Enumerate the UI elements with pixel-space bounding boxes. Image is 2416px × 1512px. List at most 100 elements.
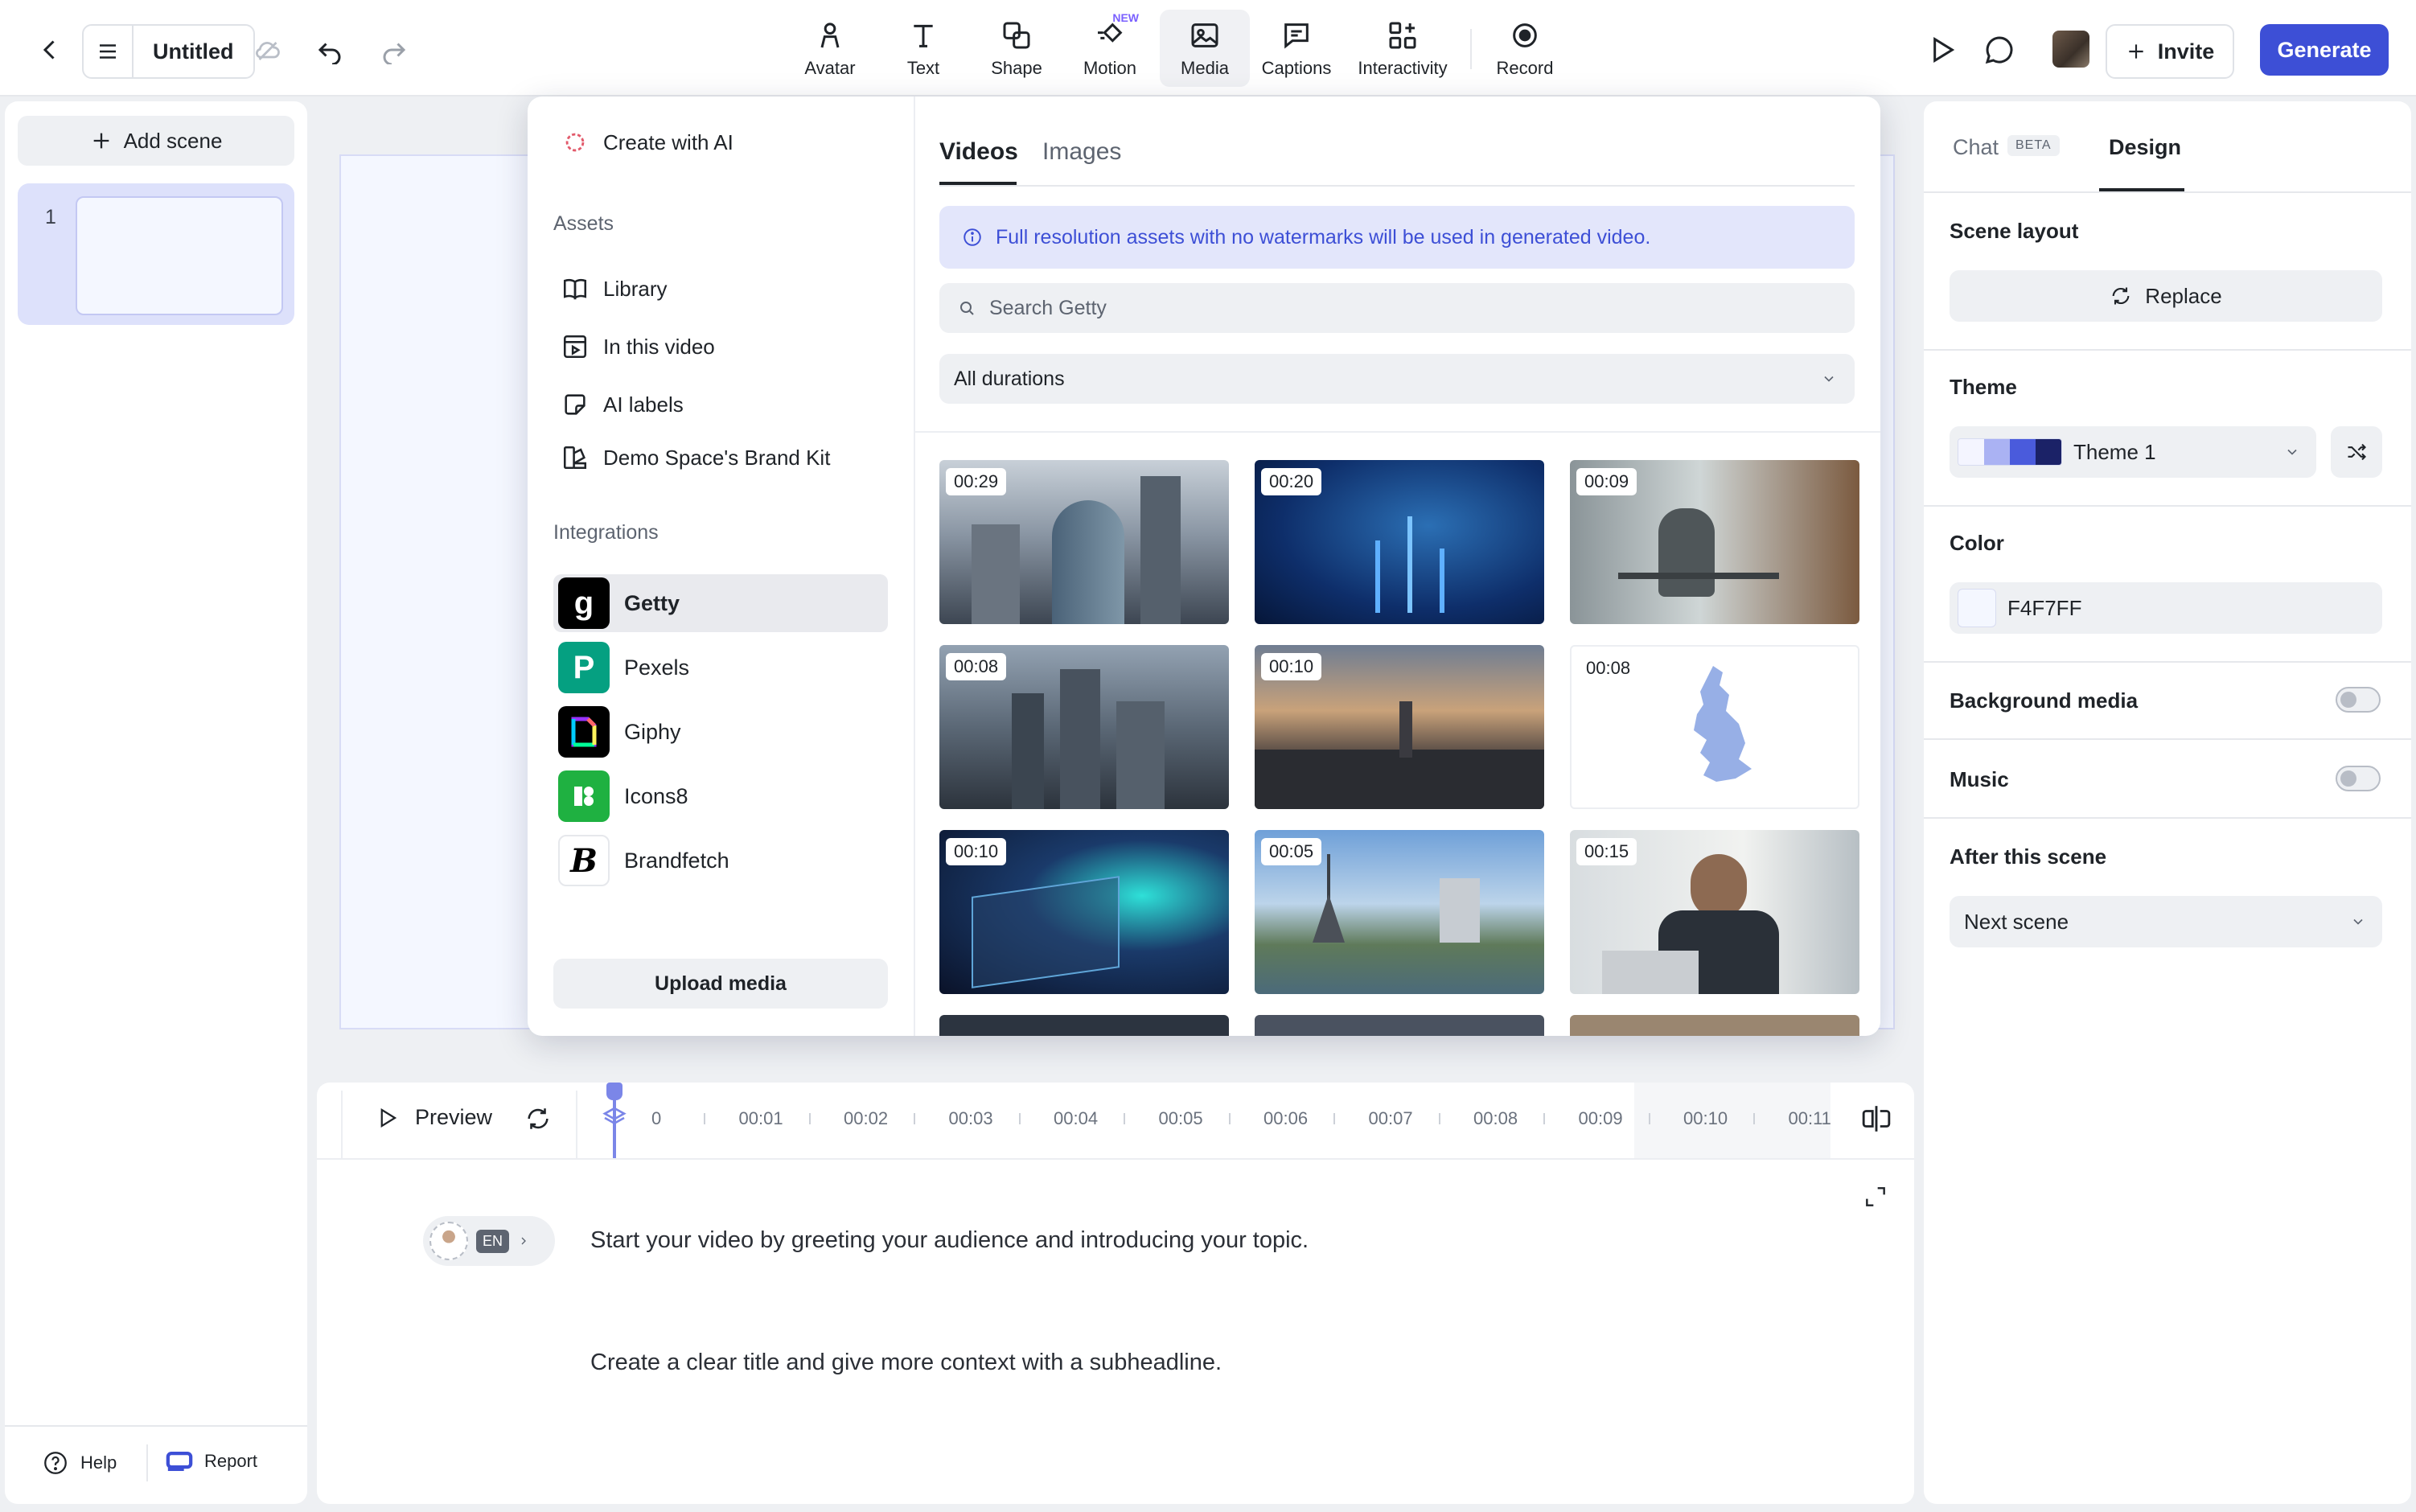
expand-icon[interactable] (1863, 1184, 1888, 1210)
timeline-tick-label: 00:03 (948, 1108, 993, 1128)
music-toggle[interactable] (2336, 766, 2381, 791)
tool-text[interactable]: Text (878, 10, 968, 87)
back-arrow-icon[interactable] (35, 35, 64, 64)
tool-avatar[interactable]: Avatar (785, 10, 875, 87)
video-thumbnail-partial[interactable] (1570, 1015, 1859, 1036)
media-sources-column: Create with AI Assets Library In this vi… (528, 97, 915, 1036)
help-link[interactable]: Help (42, 1449, 117, 1477)
asset-in-this-video[interactable]: In this video (561, 333, 715, 360)
tool-label: Record (1496, 58, 1554, 78)
timeline-tick-label: 00:11 (1788, 1108, 1831, 1128)
report-link[interactable]: Report (166, 1449, 257, 1473)
integration-brandfetch[interactable]: B Brandfetch (553, 832, 888, 890)
video-thumbnail[interactable]: 00:08 (1570, 645, 1859, 809)
scene-thumbnail[interactable] (76, 196, 283, 315)
tool-interactivity[interactable]: Interactivity (1351, 10, 1454, 87)
upload-media-button[interactable]: Upload media (553, 959, 888, 1009)
redo-icon[interactable] (380, 35, 409, 64)
playhead-handle[interactable] (606, 1083, 622, 1100)
left-footer-divider (5, 1425, 307, 1427)
tool-captions[interactable]: Captions (1251, 10, 1342, 87)
info-text: Full resolution assets with no watermark… (996, 225, 1651, 249)
tab-videos[interactable]: Videos (939, 138, 1018, 166)
add-scene-button[interactable]: Add scene (18, 116, 294, 166)
shuffle-icon (2348, 443, 2366, 461)
script-line[interactable]: Start your video by greeting your audien… (590, 1227, 1309, 1254)
invite-button[interactable]: Invite (2106, 24, 2234, 79)
tool-motion[interactable]: NEW Motion (1065, 10, 1155, 87)
user-avatar[interactable] (2052, 31, 2089, 68)
report-icon (166, 1451, 193, 1472)
integration-giphy[interactable]: Giphy (553, 703, 888, 761)
giphy-logo-icon (558, 706, 610, 758)
tab-images[interactable]: Images (1042, 138, 1121, 166)
play-preview-icon[interactable] (1925, 34, 1958, 66)
video-thumbnail[interactable]: 00:10 (1255, 645, 1544, 809)
tool-label: Shape (991, 58, 1042, 78)
layers-icon (602, 1105, 627, 1131)
generate-button[interactable]: Generate (2260, 24, 2389, 76)
search-getty-input[interactable]: Search Getty (939, 283, 1855, 333)
label-tag-icon (561, 391, 589, 418)
theme-value: Theme 1 (2073, 439, 2156, 464)
video-thumbnail[interactable]: 00:10 (939, 830, 1229, 994)
avatar-language-pill[interactable]: EN (423, 1216, 555, 1266)
replace-layout-button[interactable]: Replace (1950, 270, 2382, 322)
split-icon[interactable] (1861, 1103, 1892, 1134)
after-scene-select[interactable]: Next scene (1950, 896, 2382, 947)
video-thumbnail[interactable]: 00:05 (1255, 830, 1544, 994)
plus-icon (93, 133, 109, 149)
script-line[interactable]: Create a clear title and give more conte… (590, 1350, 1222, 1376)
tool-label: Avatar (804, 58, 856, 78)
timeline-tick-label: 0 (651, 1108, 662, 1128)
tool-record[interactable]: Record (1480, 10, 1570, 87)
video-thumbnail[interactable]: 00:20 (1255, 460, 1544, 624)
tab-chat[interactable]: Chat (1953, 135, 1999, 160)
asset-label: Library (603, 276, 668, 301)
undo-icon[interactable] (315, 35, 344, 64)
color-input[interactable]: F4F7FF (1950, 582, 2382, 634)
shuffle-theme-button[interactable] (2331, 426, 2382, 478)
video-thumbnail-partial[interactable] (939, 1015, 1229, 1036)
video-thumbnail-partial[interactable] (1255, 1015, 1544, 1036)
active-tab-indicator (2099, 188, 2184, 191)
tab-design[interactable]: Design (2109, 135, 2181, 160)
add-scene-label: Add scene (123, 128, 223, 153)
hamburger-icon (100, 44, 116, 59)
video-thumbnail[interactable]: 00:29 (939, 460, 1229, 624)
after-scene-label: After this scene (1950, 844, 2107, 869)
integration-pexels[interactable]: P Pexels (553, 639, 888, 696)
asset-brand-kit[interactable]: Demo Space's Brand Kit (561, 444, 830, 471)
integration-getty[interactable]: g Getty (553, 574, 888, 632)
uk-map-icon (1694, 666, 1752, 782)
duration-filter-select[interactable]: All durations (939, 354, 1855, 404)
tool-shape[interactable]: Shape (972, 10, 1062, 87)
help-label: Help (80, 1452, 117, 1473)
asset-ai-labels[interactable]: AI labels (561, 391, 684, 418)
background-media-toggle[interactable] (2336, 687, 2381, 713)
create-with-ai-button[interactable]: Create with AI (561, 129, 733, 156)
preview-button[interactable]: Preview (375, 1105, 492, 1130)
comment-icon[interactable] (1983, 34, 2015, 66)
play-icon (380, 1107, 397, 1128)
tab-divider (1924, 191, 2411, 193)
video-thumbnail[interactable]: 00:09 (1570, 460, 1859, 624)
loop-icon[interactable] (524, 1105, 552, 1132)
video-thumbnail[interactable]: 00:08 (939, 645, 1229, 809)
invite-label: Invite (2157, 39, 2215, 64)
plus-icon (2129, 44, 2143, 59)
integration-icons8[interactable]: Icons8 (553, 767, 888, 825)
asset-library[interactable]: Library (561, 275, 667, 302)
document-title[interactable]: Untitled (134, 26, 253, 77)
video-thumbnail[interactable]: 00:15 (1570, 830, 1859, 994)
book-icon (561, 275, 589, 302)
menu-button[interactable] (84, 26, 134, 77)
timeline-tick-label: 00:10 (1683, 1108, 1728, 1128)
report-label: Report (204, 1451, 258, 1471)
document-title-group: Untitled (82, 24, 255, 79)
tool-media[interactable]: Media (1160, 10, 1250, 87)
integration-label: Brandfetch (624, 848, 729, 873)
theme-select[interactable]: Theme 1 (1950, 426, 2316, 478)
active-tab-indicator (939, 182, 1017, 185)
color-swatch[interactable] (1958, 589, 1996, 627)
